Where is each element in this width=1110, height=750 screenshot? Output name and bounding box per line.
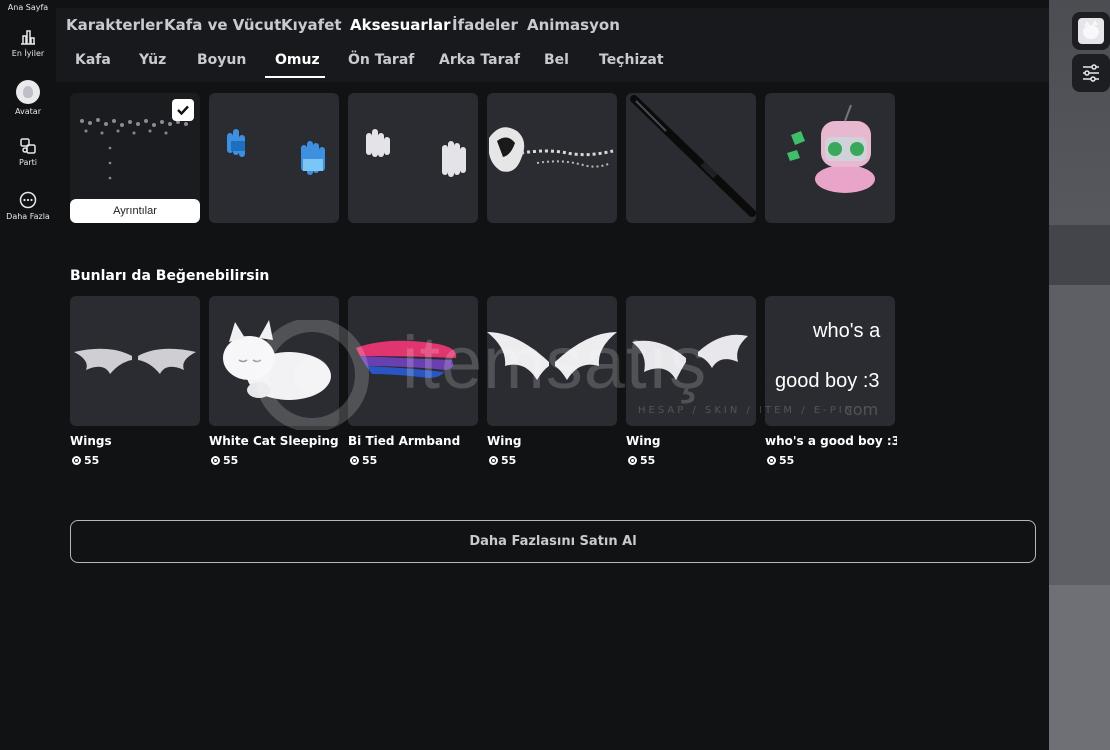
settings-sliders-button[interactable] [1072,54,1110,92]
owned-item-tile[interactable] [487,93,617,223]
sidebar-item-label: Parti [18,158,37,167]
subcategory-tabs: Kafa Yüz Boyun Omuz Ön Taraf Arka Taraf … [56,44,1049,80]
speech-bubble: who's a [803,316,891,347]
item-name[interactable]: Bi Tied Armband [348,434,480,448]
recommended-item-tile[interactable] [209,296,339,426]
top-strip [56,0,1049,8]
recommended-item-tile[interactable]: who's a good boy :3 [765,296,895,426]
item-thumbnail [489,127,614,172]
item-price: 55 [72,454,99,467]
tab-clothing[interactable]: Kıyafet [281,16,342,34]
item-price: 55 [350,454,377,467]
subtab-neck[interactable]: Boyun [197,52,246,68]
item-thumbnail [630,95,756,217]
sidebar-item-label: Daha Fazla [6,212,50,221]
item-thumbnail [223,320,331,400]
owned-item-tile[interactable] [348,93,478,223]
robux-icon [72,456,81,465]
preview-scenery [1049,585,1110,750]
accessory-content: Ayrıntılar Bunları da Beğenebilirsin Win… [56,82,1049,750]
robux-icon [211,456,220,465]
sidebar: Ana Sayfa En İyiler Avatar Parti Daha Fa… [0,0,56,750]
active-tab-indicator [265,76,325,78]
item-thumbnail [227,129,325,175]
owned-item-tile[interactable] [626,93,756,223]
avatar-3d-preview[interactable] [1049,0,1110,750]
subtab-face[interactable]: Yüz [139,52,166,68]
checkmark-icon [177,105,189,116]
tab-head-body[interactable]: Kafa ve Vücut [164,16,281,34]
item-price: 55 [767,454,794,467]
subtab-front[interactable]: Ön Taraf [348,52,414,68]
tab-emotes[interactable]: İfadeler [452,16,518,34]
owned-item-tile[interactable] [765,93,895,223]
subtab-back[interactable]: Arka Taraf [439,52,520,68]
sidebar-item-home[interactable]: Ana Sayfa [0,0,56,12]
item-name[interactable]: Wing [626,434,758,448]
recommended-item-tile[interactable] [487,296,617,426]
equipped-checkbox[interactable] [172,99,194,121]
item-price: 55 [489,454,516,467]
tab-accessories[interactable]: Aksesuarlar [350,16,450,34]
item-thumbnail [632,334,748,380]
tab-characters[interactable]: Karakterler [66,16,163,34]
recommended-item-tile[interactable] [348,296,478,426]
sliders-icon [1083,64,1099,82]
subtab-waist[interactable]: Bel [544,52,569,68]
category-tabs: Karakterler Kafa ve Vücut Kıyafet Aksesu… [56,8,1049,42]
sidebar-item-label: Ana Sayfa [7,3,49,12]
preview-scenery [1049,225,1110,285]
robux-icon [628,456,637,465]
avatar-icon [1078,18,1104,44]
owned-item-tile[interactable] [209,93,339,223]
robux-icon [489,456,498,465]
recommended-item-tile[interactable] [626,296,756,426]
tab-animation[interactable]: Animasyon [527,16,620,34]
item-thumbnail [356,340,457,378]
subtab-gear[interactable]: Teçhizat [599,52,664,68]
avatar-icon [16,80,40,104]
robux-icon [767,456,776,465]
item-thumbnail [74,348,196,374]
item-name[interactable]: White Cat Sleeping ... [209,434,341,448]
section-title: Bunları da Beğenebilirsin [70,268,270,284]
item-price: 55 [628,454,655,467]
item-name[interactable]: Wing [487,434,619,448]
preview-scenery [1049,285,1110,585]
sidebar-item-charts[interactable]: En İyiler [0,28,56,58]
subtab-head[interactable]: Kafa [75,52,111,68]
avatar-thumbnail-button[interactable] [1072,12,1110,50]
sidebar-item-avatar[interactable]: Avatar [0,80,56,116]
item-thumbnail [366,129,466,177]
item-name[interactable]: who's a good boy :3 ... [765,434,897,448]
recommended-item-tile[interactable] [70,296,200,426]
item-price: 55 [211,454,238,467]
subtab-shoulder[interactable]: Omuz [275,52,320,68]
avatar-editor-panel: Karakterler Kafa ve Vücut Kıyafet Aksesu… [56,8,1049,750]
more-icon [19,191,37,209]
details-button[interactable]: Ayrıntılar [70,199,200,223]
sidebar-item-party[interactable]: Parti [0,137,56,167]
chart-icon [21,30,35,45]
buy-more-button[interactable]: Daha Fazlasını Satın Al [70,520,1036,563]
sidebar-item-label: En İyiler [11,49,45,58]
speech-bubble: good boy :3 [765,366,890,397]
party-icon [20,138,36,154]
sidebar-item-more[interactable]: Daha Fazla [0,191,56,221]
item-thumbnail [487,332,617,380]
sidebar-item-label: Avatar [15,107,41,116]
item-name[interactable]: Wings [70,434,202,448]
item-thumbnail [787,104,875,193]
robux-icon [350,456,359,465]
